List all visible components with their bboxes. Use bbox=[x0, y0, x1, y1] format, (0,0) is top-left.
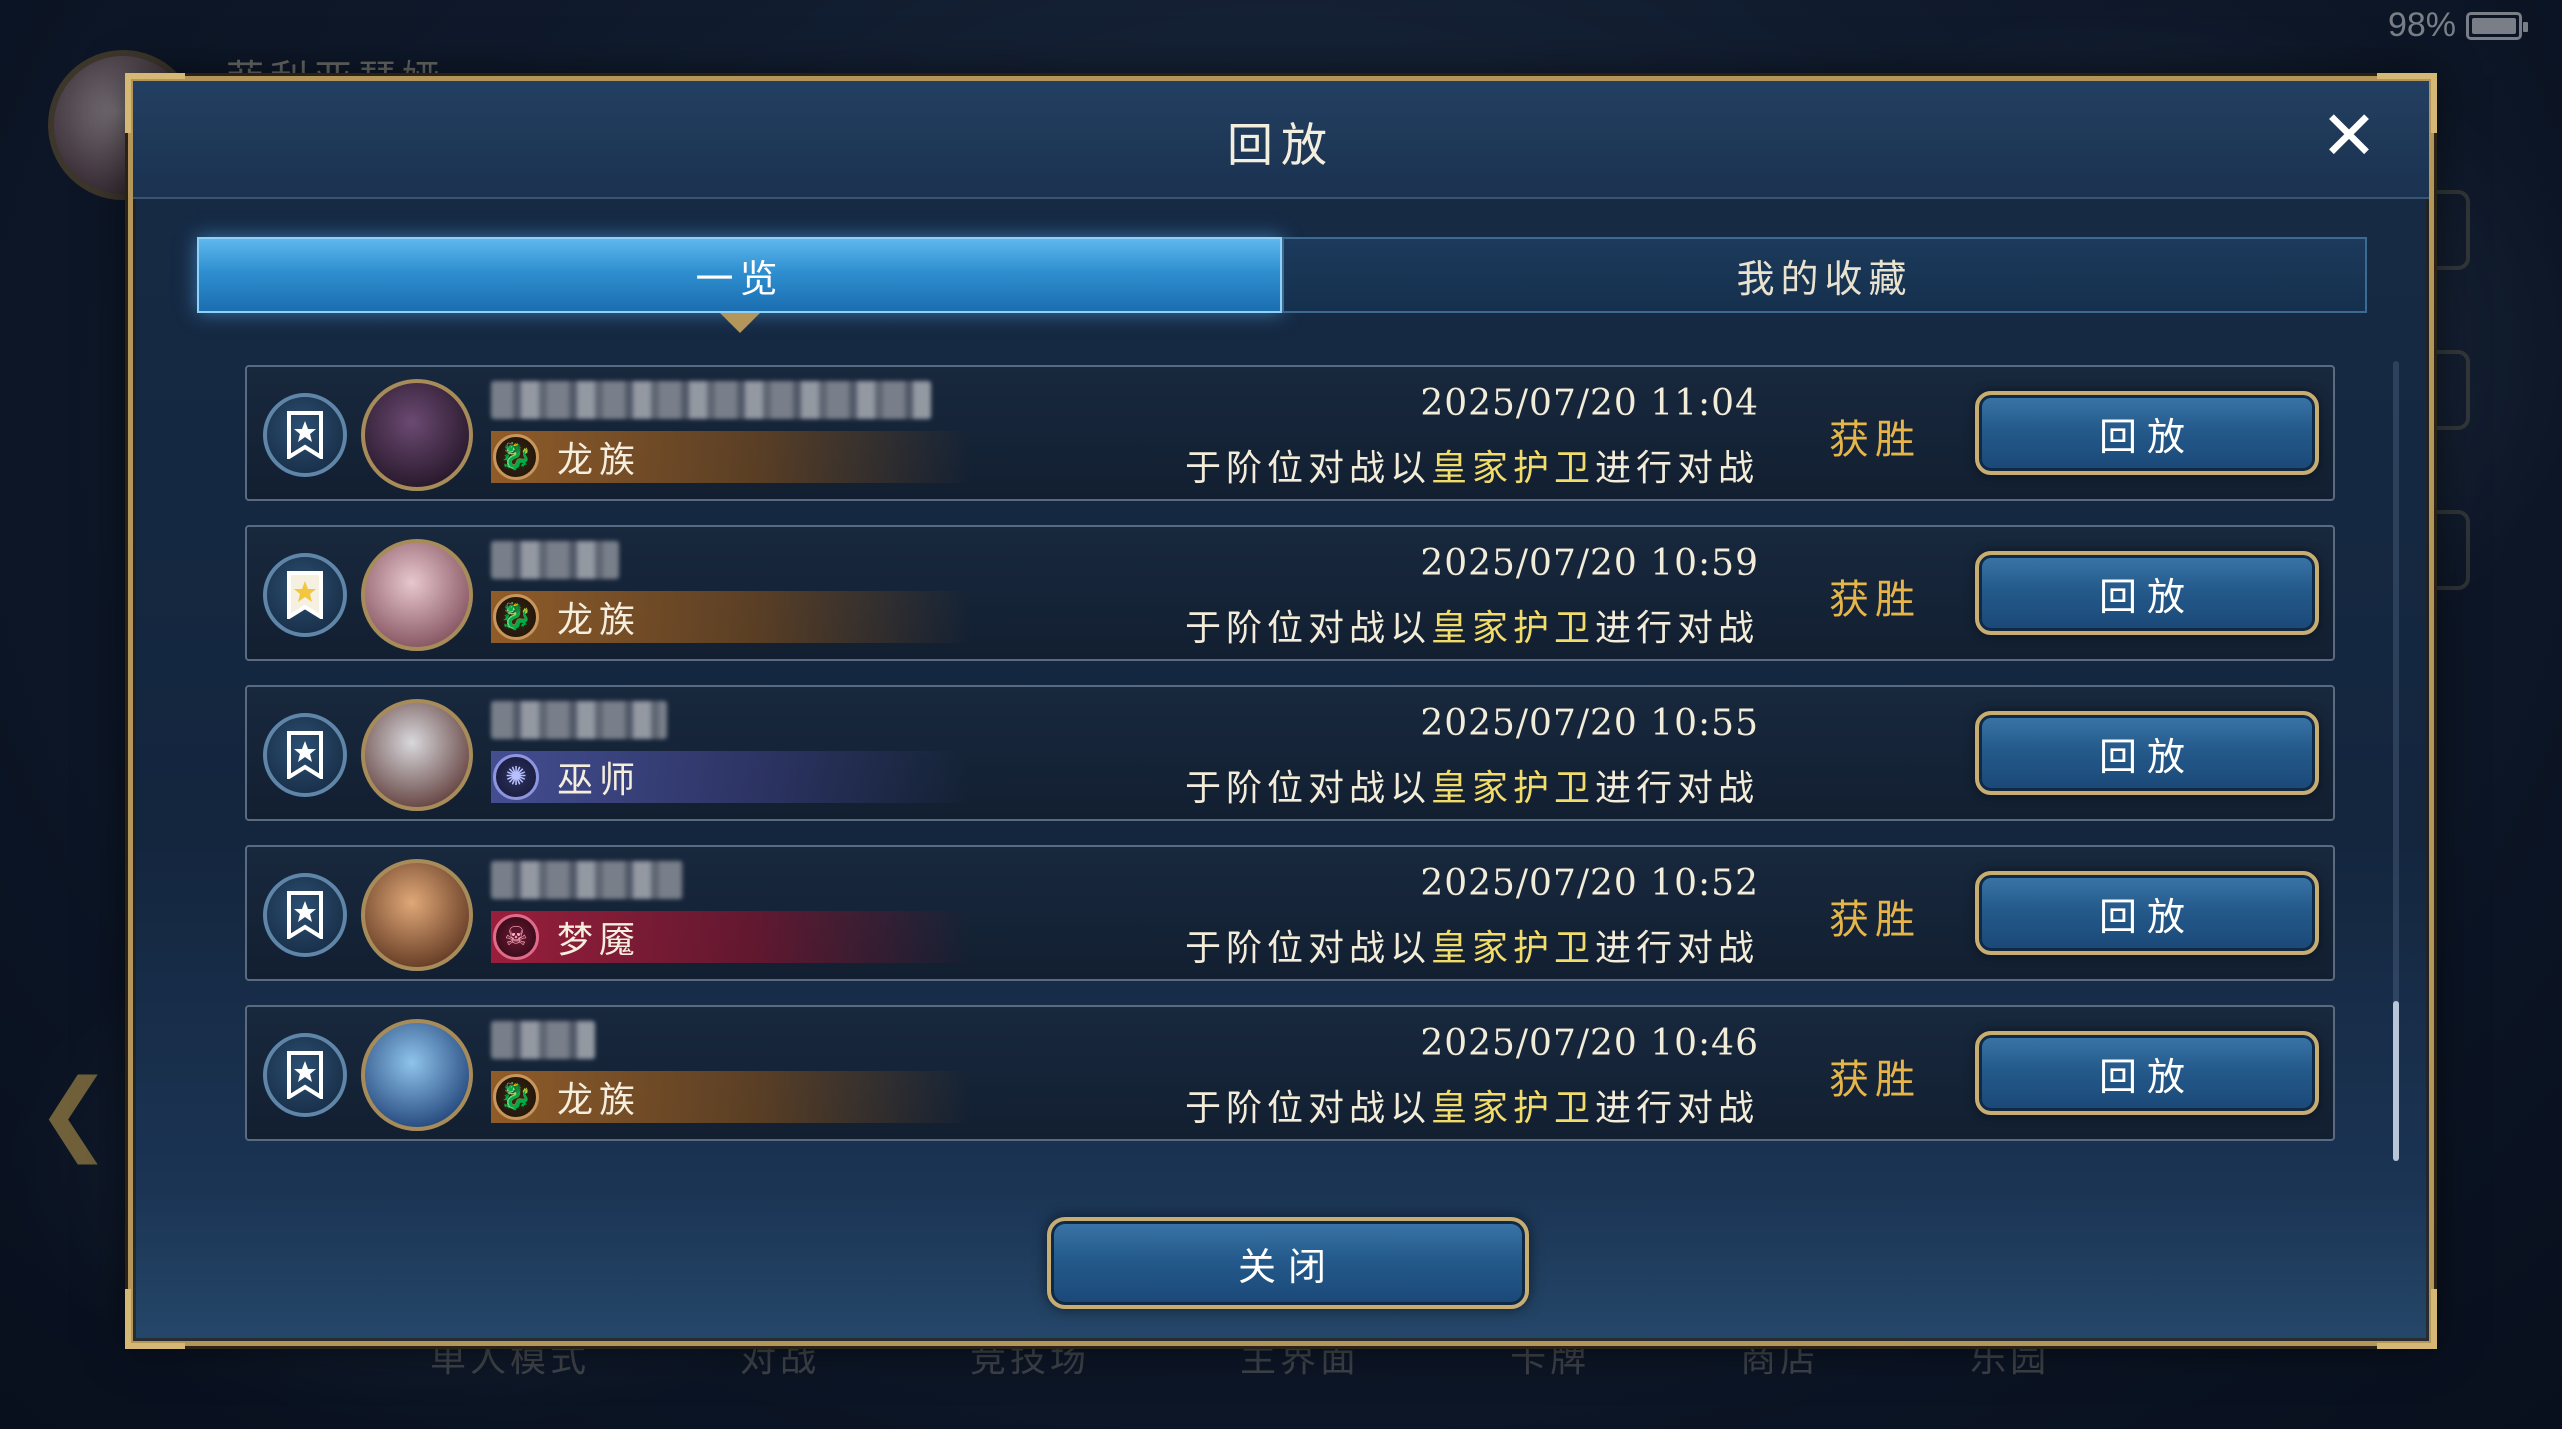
class-name: 龙族 bbox=[557, 440, 642, 481]
replay-button[interactable]: 回放 bbox=[1975, 711, 2319, 795]
replay-button[interactable]: 回放 bbox=[1975, 871, 2319, 955]
deck-name: 皇家护卫 bbox=[1430, 768, 1595, 809]
class-name: 巫师 bbox=[557, 760, 642, 801]
opponent-avatar bbox=[361, 539, 473, 651]
desc-prefix: 于阶位对战以 bbox=[1184, 1088, 1431, 1129]
skull-icon: ☠ bbox=[493, 914, 539, 960]
desc-suffix: 进行对战 bbox=[1594, 448, 1759, 489]
match-description: 于阶位对战以皇家护卫进行对战 bbox=[1185, 1079, 1759, 1131]
opponent-name-redacted bbox=[491, 701, 667, 739]
match-result: 获胜 bbox=[1829, 417, 1921, 463]
match-result: 获胜 bbox=[1829, 1057, 1921, 1103]
match-datetime: 2025/07/20 10:59 bbox=[1420, 543, 1759, 584]
replay-button[interactable]: 回放 bbox=[1975, 391, 2319, 475]
opponent-name-redacted bbox=[491, 381, 931, 419]
close-icon[interactable]: ✕ bbox=[2317, 103, 2381, 171]
dialog-header: 回放 ✕ bbox=[133, 81, 2429, 199]
desc-suffix: 进行对战 bbox=[1594, 1088, 1759, 1129]
opponent-name-redacted bbox=[491, 1021, 595, 1059]
replay-dialog: 回放 ✕ 一览 我的收藏 🐉 龙族 2025/07/20 11:04 于阶位对战… bbox=[125, 73, 2437, 1349]
bookmark-star-icon bbox=[287, 571, 323, 619]
match-description: 于阶位对战以皇家护卫进行对战 bbox=[1185, 919, 1759, 971]
rune-icon: ✺ bbox=[493, 754, 539, 800]
replay-row: ☠ 梦魇 2025/07/20 10:52 于阶位对战以皇家护卫进行对战 获胜 … bbox=[245, 845, 2335, 981]
match-description: 于阶位对战以皇家护卫进行对战 bbox=[1185, 599, 1759, 651]
class-name: 龙族 bbox=[557, 1080, 642, 1121]
close-button[interactable]: 关闭 bbox=[1047, 1217, 1529, 1309]
dragon-icon: 🐉 bbox=[493, 1074, 539, 1120]
bookmark-star-icon bbox=[287, 731, 323, 779]
deck-name: 皇家护卫 bbox=[1430, 448, 1595, 489]
dialog-title: 回放 bbox=[1227, 118, 1335, 172]
desc-prefix: 于阶位对战以 bbox=[1184, 928, 1431, 969]
opponent-avatar bbox=[361, 699, 473, 811]
match-datetime: 2025/07/20 10:46 bbox=[1420, 1023, 1759, 1064]
dragon-icon: 🐉 bbox=[493, 434, 539, 480]
favorite-toggle-button[interactable] bbox=[263, 393, 347, 477]
opponent-avatar bbox=[361, 859, 473, 971]
favorite-toggle-button[interactable] bbox=[263, 1033, 347, 1117]
favorite-toggle-button[interactable] bbox=[263, 713, 347, 797]
replay-button[interactable]: 回放 bbox=[1975, 551, 2319, 635]
match-datetime: 2025/07/20 10:52 bbox=[1420, 863, 1759, 904]
bookmark-star-icon bbox=[287, 411, 323, 459]
class-banner: 🐉 龙族 bbox=[491, 431, 971, 483]
match-description: 于阶位对战以皇家护卫进行对战 bbox=[1185, 439, 1759, 491]
replay-list: 🐉 龙族 2025/07/20 11:04 于阶位对战以皇家护卫进行对战 获胜 … bbox=[245, 365, 2335, 1165]
replay-button[interactable]: 回放 bbox=[1975, 1031, 2319, 1115]
replay-row: 🐉 龙族 2025/07/20 10:59 于阶位对战以皇家护卫进行对战 获胜 … bbox=[245, 525, 2335, 661]
deck-name: 皇家护卫 bbox=[1430, 1088, 1595, 1129]
bookmark-star-icon bbox=[287, 1051, 323, 1099]
tab-label: 我的收藏 bbox=[1736, 256, 1913, 301]
tab-overview[interactable]: 一览 bbox=[197, 237, 1282, 313]
replay-row: ✺ 巫师 2025/07/20 10:55 于阶位对战以皇家护卫进行对战 回放 bbox=[245, 685, 2335, 821]
frame-corner bbox=[2377, 1289, 2437, 1349]
match-datetime: 2025/07/20 10:55 bbox=[1420, 703, 1759, 744]
match-result: 获胜 bbox=[1829, 577, 1921, 623]
replay-row: 🐉 龙族 2025/07/20 11:04 于阶位对战以皇家护卫进行对战 获胜 … bbox=[245, 365, 2335, 501]
desc-suffix: 进行对战 bbox=[1594, 768, 1759, 809]
deck-name: 皇家护卫 bbox=[1430, 928, 1595, 969]
class-banner: ✺ 巫师 bbox=[491, 751, 971, 803]
desc-suffix: 进行对战 bbox=[1594, 928, 1759, 969]
favorite-toggle-button[interactable] bbox=[263, 553, 347, 637]
match-result: 获胜 bbox=[1829, 897, 1921, 943]
tab-label: 一览 bbox=[695, 256, 784, 301]
class-name: 梦魇 bbox=[557, 920, 642, 961]
class-name: 龙族 bbox=[557, 600, 642, 641]
desc-prefix: 于阶位对战以 bbox=[1184, 448, 1431, 489]
replay-row: 🐉 龙族 2025/07/20 10:46 于阶位对战以皇家护卫进行对战 获胜 … bbox=[245, 1005, 2335, 1141]
match-datetime: 2025/07/20 11:04 bbox=[1420, 383, 1759, 424]
tab-bar: 一览 我的收藏 bbox=[197, 237, 2367, 313]
desc-prefix: 于阶位对战以 bbox=[1184, 608, 1431, 649]
frame-corner bbox=[125, 1289, 185, 1349]
desc-prefix: 于阶位对战以 bbox=[1184, 768, 1431, 809]
opponent-name-redacted bbox=[491, 541, 619, 579]
scrollbar-thumb[interactable] bbox=[2393, 1001, 2399, 1161]
scrollbar[interactable] bbox=[2393, 361, 2399, 1161]
deck-name: 皇家护卫 bbox=[1430, 608, 1595, 649]
match-description: 于阶位对战以皇家护卫进行对战 bbox=[1185, 759, 1759, 811]
desc-suffix: 进行对战 bbox=[1594, 608, 1759, 649]
class-banner: 🐉 龙族 bbox=[491, 591, 971, 643]
opponent-name-redacted bbox=[491, 861, 683, 899]
bookmark-star-icon bbox=[287, 891, 323, 939]
dragon-icon: 🐉 bbox=[493, 594, 539, 640]
class-banner: 🐉 龙族 bbox=[491, 1071, 971, 1123]
class-banner: ☠ 梦魇 bbox=[491, 911, 971, 963]
favorite-toggle-button[interactable] bbox=[263, 873, 347, 957]
opponent-avatar bbox=[361, 379, 473, 491]
opponent-avatar bbox=[361, 1019, 473, 1131]
tab-favorites[interactable]: 我的收藏 bbox=[1282, 237, 2367, 313]
